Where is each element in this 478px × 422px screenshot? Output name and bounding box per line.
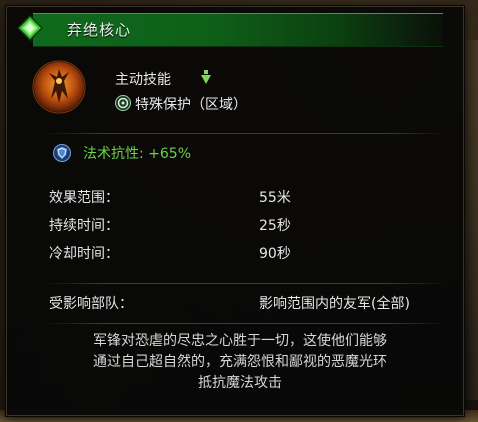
ability-description: 军锋对恐虐的尽忠之心胜于一切，这使他们能够 通过自己超自然的，充满怨恨和鄙视的恶… bbox=[25, 331, 455, 394]
ability-title: 弃绝核心 bbox=[67, 21, 132, 39]
stat-label-affected-units: 受影响部队： bbox=[49, 296, 133, 312]
protection-icon bbox=[115, 95, 131, 111]
skill-subtype-label: 特殊保护（区域） bbox=[135, 97, 247, 113]
description-line: 军锋对恐虐的尽忠之心胜于一切，这使他们能够 bbox=[93, 333, 387, 349]
divider bbox=[43, 133, 447, 134]
description-line: 通过自己超自然的，充满怨恨和鄙视的恶魔光环 bbox=[93, 354, 387, 370]
green-diamond-icon bbox=[17, 15, 43, 41]
divider bbox=[43, 323, 447, 324]
stat-label-cooldown: 冷却时间： bbox=[49, 246, 119, 262]
skill-type-label: 主动技能 bbox=[115, 72, 171, 88]
skill-portrait-icon bbox=[32, 60, 86, 114]
stat-value-duration: 25秒 bbox=[259, 218, 291, 234]
divider bbox=[43, 283, 447, 284]
stat-value-affected-units: 影响范围内的友军(全部) bbox=[259, 296, 410, 312]
stat-label-range: 效果范围： bbox=[49, 190, 119, 206]
stat-value-cooldown: 90秒 bbox=[259, 246, 291, 262]
rank-arrow-icon bbox=[201, 70, 211, 84]
spell-resistance-stat: 法术抗性: +65% bbox=[83, 146, 192, 162]
stat-value-range: 55米 bbox=[259, 190, 291, 206]
stat-label-duration: 持续时间： bbox=[49, 218, 119, 234]
shield-icon bbox=[53, 144, 71, 162]
background-edge bbox=[462, 40, 478, 400]
ability-tooltip: 弃绝核心 主动技能 特殊保护（区域） 法术抗性: +65% 效果范围： 55米 bbox=[6, 6, 464, 416]
description-line: 抵抗魔法攻击 bbox=[198, 375, 282, 391]
tooltip-header: 弃绝核心 bbox=[7, 7, 463, 49]
